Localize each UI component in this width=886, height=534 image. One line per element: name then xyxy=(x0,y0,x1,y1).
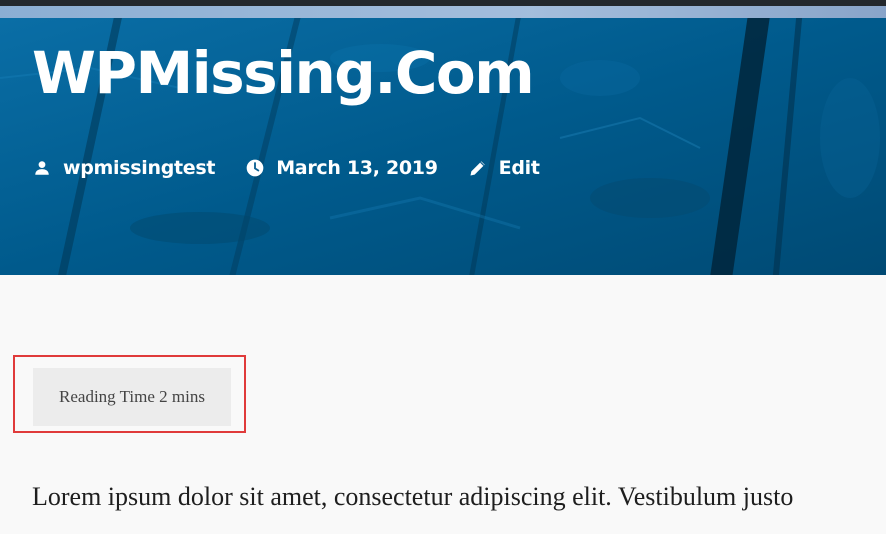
top-accent-strip xyxy=(0,6,886,18)
post-body-text: Lorem ipsum dolor sit amet, consectetur … xyxy=(32,482,794,511)
reading-time-badge: Reading Time 2 mins xyxy=(33,368,231,426)
site-title[interactable]: WPMissing.Com xyxy=(32,44,535,102)
post-meta: wpmissingtest March 13, 2019 Edit xyxy=(32,155,570,181)
post-header-hero: WPMissing.Com wpmissingtest March 13, 20… xyxy=(0,18,886,275)
author-name[interactable]: wpmissingtest xyxy=(63,157,215,179)
person-icon xyxy=(32,158,52,178)
post-author[interactable]: wpmissingtest xyxy=(32,157,215,179)
edit-label[interactable]: Edit xyxy=(499,157,540,179)
post-date[interactable]: March 13, 2019 xyxy=(245,157,438,179)
highlight-outline: Reading Time 2 mins xyxy=(13,355,246,433)
pencil-icon xyxy=(468,158,488,178)
post-edit-link[interactable]: Edit xyxy=(468,157,540,179)
post-content: Reading Time 2 mins Lorem ipsum dolor si… xyxy=(0,275,886,534)
post-date-text[interactable]: March 13, 2019 xyxy=(276,157,438,179)
clock-icon xyxy=(245,158,265,178)
